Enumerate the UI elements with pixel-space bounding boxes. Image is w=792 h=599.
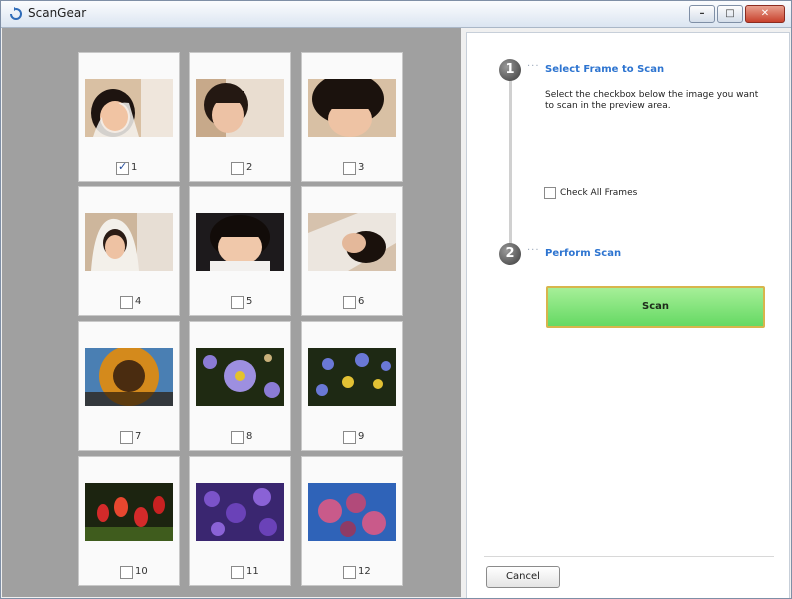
frame-checkbox-2[interactable] (231, 162, 244, 175)
title-bar[interactable]: ScanGear – □ ✕ (1, 1, 791, 28)
minimize-button[interactable]: – (689, 5, 715, 23)
frame-number: 8 (246, 431, 253, 442)
frame-number: 5 (246, 296, 253, 307)
frame-2[interactable]: 2 (189, 52, 291, 182)
frame-9[interactable]: 9 (301, 321, 403, 451)
maximize-button[interactable]: □ (717, 5, 743, 23)
thumbnail-image (196, 79, 284, 137)
frame-checkbox-row: 2 (190, 161, 290, 175)
frame-checkbox-6[interactable] (343, 296, 356, 309)
thumbnail-image (196, 483, 284, 541)
frame-checkbox-row: 6 (302, 295, 402, 309)
frame-11[interactable]: 11 (189, 456, 291, 586)
frame-checkbox-9[interactable] (343, 431, 356, 444)
frame-number: 6 (358, 296, 365, 307)
step-2-icon: 2 (499, 243, 521, 265)
window-title: ScanGear (28, 6, 87, 20)
frame-4[interactable]: 4 (78, 186, 180, 316)
frame-checkbox-12[interactable] (343, 566, 356, 579)
frame-3[interactable]: 3 (301, 52, 403, 182)
frame-7[interactable]: 7 (78, 321, 180, 451)
frame-number: 11 (246, 566, 259, 577)
thumbnail-image (308, 483, 396, 541)
frame-8[interactable]: 8 (189, 321, 291, 451)
frame-number: 12 (358, 566, 371, 577)
close-button[interactable]: ✕ (745, 5, 785, 23)
thumbnail-image (196, 348, 284, 406)
preview-area: 1 2 3 (2, 28, 461, 597)
frame-checkbox-row: 1 (79, 160, 179, 175)
step-2-title: Perform Scan (545, 248, 622, 259)
frame-1[interactable]: 1 (78, 52, 180, 182)
step-1-dots: ··· (527, 61, 540, 72)
thumbnail-image (85, 213, 173, 271)
cancel-button[interactable]: Cancel (486, 566, 560, 588)
frame-number: 1 (131, 162, 138, 173)
frame-checkbox-4[interactable] (120, 296, 133, 309)
thumbnail-image (308, 348, 396, 406)
frame-6[interactable]: 6 (301, 186, 403, 316)
frame-checkbox-10[interactable] (120, 566, 133, 579)
scan-button[interactable]: Scan (546, 286, 765, 328)
divider (484, 556, 774, 557)
frame-checkbox-5[interactable] (231, 296, 244, 309)
frame-checkbox-8[interactable] (231, 431, 244, 444)
thumbnail-image (308, 79, 396, 137)
thumbnail-image (85, 79, 173, 137)
frame-checkbox-7[interactable] (120, 431, 133, 444)
thumbnail-image (85, 348, 173, 406)
thumbnail-image (308, 213, 396, 271)
step-1-icon: 1 (499, 59, 521, 81)
frame-number: 4 (135, 296, 142, 307)
step-1-title: Select Frame to Scan (545, 64, 665, 75)
scan-steps-panel: 1 ··· Select Frame to Scan Select the ch… (466, 32, 790, 598)
minimize-icon: – (699, 8, 705, 19)
frame-number: 10 (135, 566, 148, 577)
frame-number: 7 (135, 431, 142, 442)
frame-5[interactable]: 5 (189, 186, 291, 316)
maximize-icon: □ (725, 8, 735, 19)
close-icon: ✕ (760, 8, 770, 19)
frame-10[interactable]: 10 (78, 456, 180, 586)
check-all-label: Check All Frames (560, 188, 638, 198)
step-2-dots: ··· (527, 245, 540, 256)
step-connector-line (509, 75, 512, 245)
frame-checkbox-row: 8 (190, 430, 290, 444)
frame-number: 9 (358, 431, 365, 442)
instructions-text: Select the checkbox below the image you … (545, 90, 759, 111)
frame-checkbox-row: 5 (190, 295, 290, 309)
thumbnail-image (196, 213, 284, 271)
frame-checkbox-row: 11 (190, 565, 290, 579)
frame-checkbox-row: 10 (79, 565, 179, 579)
frame-number: 3 (358, 162, 365, 173)
frame-checkbox-row: 12 (302, 565, 402, 579)
frame-checkbox-row: 7 (79, 430, 179, 444)
frame-checkbox-1[interactable] (116, 160, 129, 175)
scangear-window: ScanGear – □ ✕ 1 (0, 0, 792, 599)
window-controls: – □ ✕ (689, 5, 785, 23)
frame-number: 2 (246, 162, 253, 173)
frame-checkbox-11[interactable] (231, 566, 244, 579)
thumbnail-image (85, 483, 173, 541)
scangear-icon (10, 7, 22, 20)
frame-checkbox-row: 3 (302, 161, 402, 175)
frame-12[interactable]: 12 (301, 456, 403, 586)
check-all-checkbox[interactable] (544, 187, 556, 199)
frame-checkbox-3[interactable] (343, 162, 356, 175)
frame-checkbox-row: 9 (302, 430, 402, 444)
frame-checkbox-row: 4 (79, 295, 179, 309)
